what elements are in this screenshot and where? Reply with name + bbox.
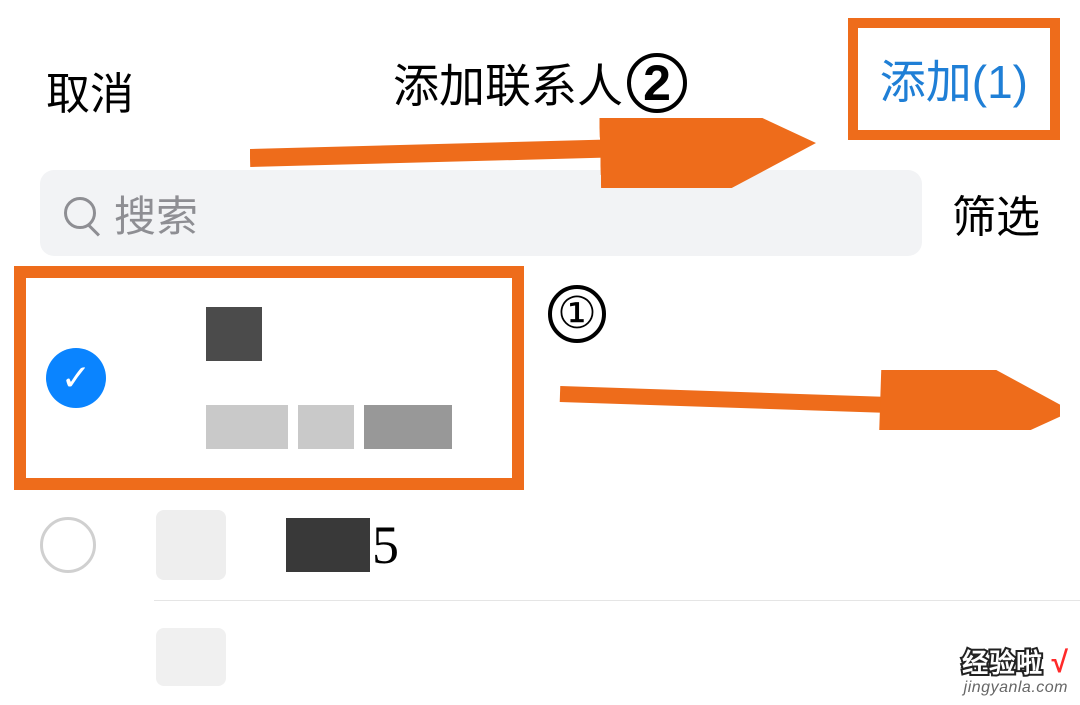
contact-row-1-highlight: ✓ <box>14 266 524 490</box>
watermark: 经验啦 √ jingyanla.com <box>962 646 1068 697</box>
cancel-button[interactable]: 取消 <box>46 58 134 122</box>
contact-2-checkbox[interactable] <box>40 517 96 573</box>
annotation-arrow-to-add <box>250 118 820 188</box>
search-icon <box>64 197 96 229</box>
step-2-badge: 2 <box>627 53 687 113</box>
contact-row-2[interactable]: 5 <box>40 510 1040 580</box>
contact-2-avatar <box>156 510 226 580</box>
divider <box>154 600 1080 601</box>
watermark-check-icon: √ <box>1052 646 1068 679</box>
contact-3-avatar <box>156 628 226 686</box>
contact-2-suffix: 5 <box>372 514 399 576</box>
add-button-highlight: 添加(1) <box>848 18 1060 140</box>
add-count: (1) <box>972 56 1028 108</box>
add-button[interactable]: 添加(1) <box>880 56 1028 108</box>
watermark-brand: 经验啦 <box>962 649 1043 678</box>
contact-1-checkbox[interactable]: ✓ <box>46 348 106 408</box>
check-icon: ✓ <box>61 360 91 396</box>
title-text: 添加联系人 <box>393 50 623 116</box>
header: 取消 添加联系人 2 添加(1) <box>0 0 1080 120</box>
annotation-arrow-to-contact <box>540 370 1060 430</box>
page-title: 添加联系人 2 <box>393 50 687 116</box>
add-label: 添加 <box>880 56 972 108</box>
filter-button[interactable]: 筛选 <box>952 181 1040 245</box>
contact-1-redacted <box>206 307 452 449</box>
search-placeholder: 搜索 <box>114 183 198 244</box>
contact-row-3[interactable] <box>156 628 226 686</box>
watermark-url: jingyanla.com <box>962 679 1068 697</box>
contact-2-redacted <box>286 518 370 572</box>
step-1-badge: ① <box>548 285 606 343</box>
